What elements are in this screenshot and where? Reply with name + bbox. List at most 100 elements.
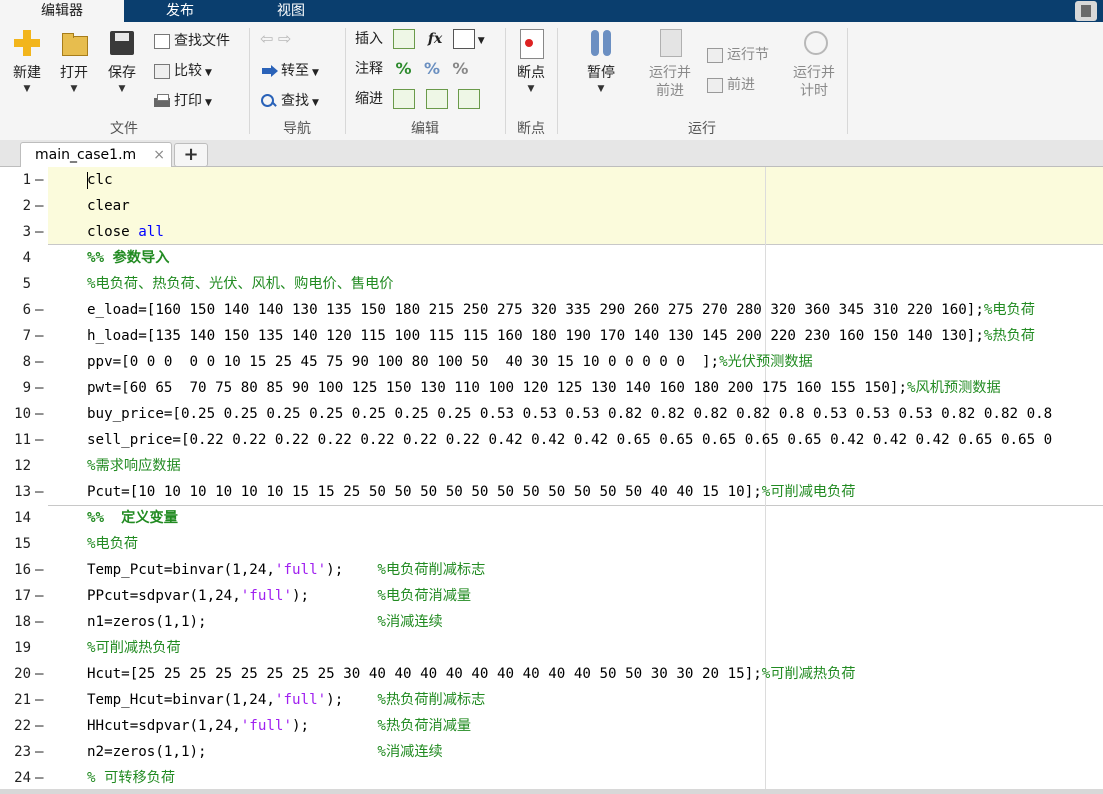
code-text[interactable]: ppv=[0 0 0 0 0 10 15 25 45 75 90 100 80 …: [87, 349, 813, 375]
smart-indent-icon[interactable]: [393, 89, 416, 109]
executable-line-marker[interactable]: —: [35, 583, 47, 609]
print-button[interactable]: 打印 ▼: [153, 90, 212, 112]
code-text[interactable]: %需求响应数据: [87, 453, 181, 479]
code-line[interactable]: 18— n1=zeros(1,1); %消减连续: [0, 609, 1103, 635]
code-line[interactable]: 20— Hcut=[25 25 25 25 25 25 25 25 30 40 4…: [0, 661, 1103, 687]
code-line[interactable]: 19 %可削减热负荷: [0, 635, 1103, 661]
code-text[interactable]: % 可转移负荷: [87, 765, 175, 789]
code-line[interactable]: 14 %% 定义变量: [0, 505, 1103, 531]
code-text[interactable]: %% 定义变量: [87, 505, 178, 531]
code-line[interactable]: 22— HHcut=sdpvar(1,24,'full'); %热负荷消减量: [0, 713, 1103, 739]
code-line[interactable]: 12 %需求响应数据: [0, 453, 1103, 479]
executable-line-marker[interactable]: —: [35, 167, 47, 193]
breakpoints-button[interactable]: 断点 ▼: [508, 28, 554, 94]
code-line[interactable]: 17— PPcut=sdpvar(1,24,'full'); %电负荷消减量: [0, 583, 1103, 609]
forward-icon[interactable]: ⇨: [278, 29, 291, 48]
executable-line-marker[interactable]: —: [35, 661, 47, 687]
executable-line-marker[interactable]: —: [35, 765, 47, 789]
executable-line-marker[interactable]: —: [35, 713, 47, 739]
run-section-button[interactable]: 运行节: [706, 44, 769, 66]
line-number[interactable]: 21: [0, 687, 31, 713]
tab-view[interactable]: 视图: [236, 0, 346, 22]
code-line[interactable]: 8— ppv=[0 0 0 0 0 10 15 25 45 75 90 100 8…: [0, 349, 1103, 375]
comment-icon[interactable]: %: [395, 59, 411, 78]
tab-editor[interactable]: 编辑器: [0, 0, 124, 22]
open-button[interactable]: 打开 ▼: [51, 28, 97, 94]
decrease-indent-icon[interactable]: [425, 89, 448, 109]
window-layout-icon[interactable]: [1075, 1, 1097, 21]
code-line[interactable]: 13— Pcut=[10 10 10 10 10 10 15 15 25 50 5…: [0, 479, 1103, 505]
executable-line-marker[interactable]: —: [35, 297, 47, 323]
insert-chart-icon[interactable]: [452, 29, 475, 49]
horizontal-scrollbar[interactable]: [0, 789, 1103, 794]
line-number[interactable]: 20: [0, 661, 31, 687]
code-line[interactable]: 10— buy_price=[0.25 0.25 0.25 0.25 0.25 0…: [0, 401, 1103, 427]
line-number[interactable]: 2: [0, 193, 31, 219]
code-text[interactable]: %电负荷、热负荷、光伏、风机、购电价、售电价: [87, 271, 393, 297]
code-line[interactable]: 7— h_load=[135 140 150 135 140 120 115 10…: [0, 323, 1103, 349]
compare-button[interactable]: 比较 ▼: [153, 60, 212, 82]
executable-line-marker[interactable]: —: [35, 479, 47, 505]
code-text[interactable]: Hcut=[25 25 25 25 25 25 25 25 30 40 40 4…: [87, 661, 855, 687]
find-button[interactable]: 查找 ▼: [260, 90, 319, 112]
code-text[interactable]: clc: [87, 167, 113, 193]
save-button[interactable]: 保存 ▼: [99, 28, 145, 94]
code-text[interactable]: close all: [87, 219, 164, 245]
code-text[interactable]: pwt=[60 65 70 75 80 85 90 100 125 150 13…: [87, 375, 1001, 401]
code-line[interactable]: 2— clear: [0, 193, 1103, 219]
uncomment-icon[interactable]: %: [424, 59, 440, 78]
wrap-comment-icon[interactable]: %: [452, 59, 468, 78]
code-text[interactable]: %可削减热负荷: [87, 635, 181, 661]
executable-line-marker[interactable]: —: [35, 219, 47, 245]
goto-button[interactable]: 转至 ▼: [260, 60, 319, 82]
pause-button[interactable]: 暂停 ▼: [578, 28, 624, 94]
line-number[interactable]: 5: [0, 271, 31, 297]
code-line[interactable]: 3— close all: [0, 219, 1103, 245]
line-number[interactable]: 14: [0, 505, 31, 531]
document-tab[interactable]: main_case1.m ×: [20, 142, 172, 167]
new-tab-button[interactable]: +: [174, 143, 208, 167]
line-number[interactable]: 24: [0, 765, 31, 789]
code-editor[interactable]: 1— clc 2— clear 3— close all 4%% 参数导入 5 %电负荷、热负荷…: [0, 167, 1103, 789]
run-and-time-button[interactable]: 运行并 计时: [788, 28, 840, 100]
line-number[interactable]: 23: [0, 739, 31, 765]
code-line[interactable]: 15 %电负荷: [0, 531, 1103, 557]
run-and-advance-button[interactable]: 运行并 前进: [644, 28, 696, 100]
line-number[interactable]: 15: [0, 531, 31, 557]
line-number[interactable]: 13: [0, 479, 31, 505]
back-icon[interactable]: ⇦: [260, 29, 273, 48]
code-text[interactable]: %% 参数导入: [87, 245, 169, 271]
code-line[interactable]: 1— clc: [0, 167, 1103, 193]
increase-indent-icon[interactable]: [458, 89, 481, 109]
code-line[interactable]: 11— sell_price=[0.22 0.22 0.22 0.22 0.22 …: [0, 427, 1103, 453]
code-text[interactable]: Temp_Hcut=binvar(1,24,'full'); %热负荷削减标志: [87, 687, 485, 713]
code-text[interactable]: %电负荷: [87, 531, 138, 557]
code-line[interactable]: 6— e_load=[160 150 140 140 130 135 150 18…: [0, 297, 1103, 323]
code-text[interactable]: PPcut=sdpvar(1,24,'full'); %电负荷消减量: [87, 583, 471, 609]
line-number[interactable]: 4: [0, 245, 31, 271]
line-number[interactable]: 8: [0, 349, 31, 375]
code-text[interactable]: h_load=[135 140 150 135 140 120 115 100 …: [87, 323, 1035, 349]
line-number[interactable]: 1: [0, 167, 31, 193]
code-line[interactable]: 9— pwt=[60 65 70 75 80 85 90 100 125 150 …: [0, 375, 1103, 401]
executable-line-marker[interactable]: —: [35, 375, 47, 401]
line-number[interactable]: 22: [0, 713, 31, 739]
code-text[interactable]: clear: [87, 193, 130, 219]
executable-line-marker[interactable]: —: [35, 609, 47, 635]
executable-line-marker[interactable]: —: [35, 687, 47, 713]
code-text[interactable]: HHcut=sdpvar(1,24,'full'); %热负荷消减量: [87, 713, 471, 739]
line-number[interactable]: 9: [0, 375, 31, 401]
close-icon[interactable]: ×: [153, 143, 165, 167]
code-line[interactable]: 5 %电负荷、热负荷、光伏、风机、购电价、售电价: [0, 271, 1103, 297]
code-text[interactable]: sell_price=[0.22 0.22 0.22 0.22 0.22 0.2…: [87, 427, 1052, 453]
insert-label[interactable]: 插入: [355, 31, 383, 47]
executable-line-marker[interactable]: —: [35, 349, 47, 375]
executable-line-marker[interactable]: —: [35, 427, 47, 453]
code-line[interactable]: 4 %% 参数导入: [0, 245, 1103, 271]
fx-icon[interactable]: fx: [428, 31, 442, 47]
chevron-down-icon[interactable]: ▼: [478, 36, 485, 46]
executable-line-marker[interactable]: —: [35, 323, 47, 349]
code-text[interactable]: buy_price=[0.25 0.25 0.25 0.25 0.25 0.25…: [87, 401, 1052, 427]
line-number[interactable]: 12: [0, 453, 31, 479]
line-number[interactable]: 7: [0, 323, 31, 349]
